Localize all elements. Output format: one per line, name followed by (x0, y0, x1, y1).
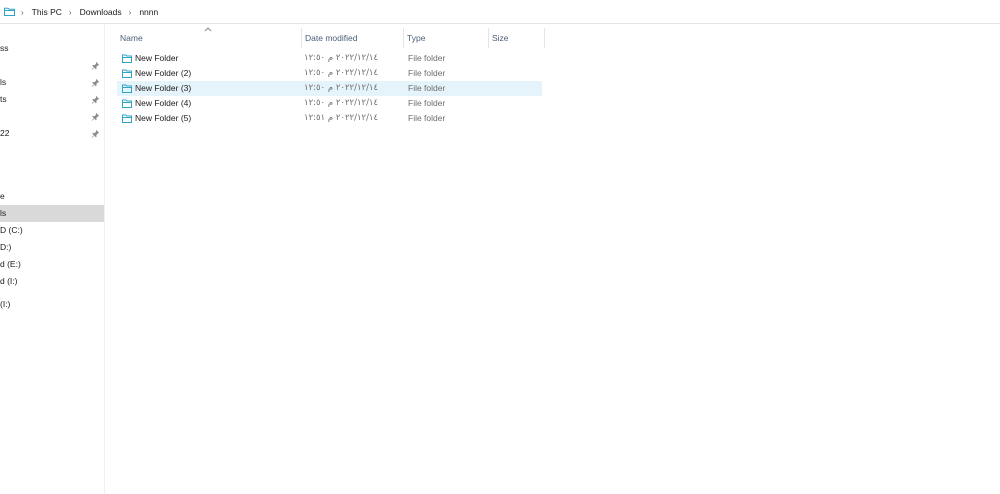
sort-ascending-caret-icon (204, 27, 212, 32)
file-row-selected[interactable]: New Folder (3) ٢٠٢٢/١٢/١٤ م ١٢:٥٠ File f… (117, 81, 542, 96)
nav-item-label: D (C:) (0, 225, 23, 235)
address-bar[interactable]: › This PC › Downloads › nnnn (0, 0, 1000, 24)
file-name: New Folder (3) (135, 83, 192, 93)
file-type: File folder (408, 53, 446, 63)
folder-icon (4, 7, 15, 16)
nav-item-label: 22 (0, 128, 10, 138)
file-date-modified: ٢٠٢٢/١٢/١٤ م ١٢:٥٠ (304, 68, 379, 78)
chevron-right-icon[interactable]: › (129, 8, 132, 17)
folder-icon (122, 54, 132, 63)
column-header-type[interactable]: Type (403, 28, 488, 48)
breadcrumb: › This PC › Downloads › nnnn (18, 0, 159, 24)
nav-item-documents-pinned[interactable]: ts (0, 91, 104, 108)
file-type: File folder (408, 113, 446, 123)
breadcrumb-downloads[interactable]: Downloads (79, 7, 123, 17)
file-name: New Folder (5) (135, 113, 192, 123)
nav-item-label: d (E:) (0, 259, 21, 269)
nav-item-label: ls (0, 77, 7, 87)
nav-item-label: ls (0, 208, 7, 218)
file-date-modified: ٢٠٢٢/١٢/١٤ م ١٢:٥٠ (304, 83, 379, 93)
pin-icon[interactable] (91, 95, 100, 104)
nav-item-label: ts (0, 94, 7, 104)
nav-item-quick-access[interactable]: ss (0, 40, 104, 57)
chevron-right-icon[interactable]: › (69, 8, 72, 17)
breadcrumb-this-pc[interactable]: This PC (31, 7, 63, 17)
nav-item-label: e (0, 191, 5, 201)
file-date-modified: ٢٠٢٢/١٢/١٤ م ١٢:٥٠ (304, 98, 379, 108)
nav-item-pinned-22[interactable]: 22 (0, 125, 104, 142)
file-date-modified: ٢٠٢٢/١٢/١٤ م ١٢:٥٠ (304, 53, 379, 63)
folder-icon (122, 69, 132, 78)
nav-item-label: d (I:) (0, 276, 18, 286)
folder-icon (122, 114, 132, 123)
breadcrumb-nnnn[interactable]: nnnn (138, 7, 159, 17)
file-type: File folder (408, 83, 446, 93)
nav-item-drive-e[interactable]: d (E:) (0, 256, 104, 273)
file-date-modified: ٢٠٢٢/١٢/١٤ م ١٢:٥١ (304, 113, 379, 123)
column-header-date-modified[interactable]: Date modified (301, 28, 403, 48)
file-row[interactable]: New Folder (5) ٢٠٢٢/١٢/١٤ م ١٢:٥١ File f… (117, 111, 542, 126)
nav-item-label: ss (0, 43, 9, 53)
nav-item-downloads-pinned[interactable]: ls (0, 74, 104, 91)
column-divider[interactable] (544, 28, 545, 48)
pin-icon[interactable] (91, 112, 100, 121)
file-name: New Folder (4) (135, 98, 192, 108)
nav-item-drive-i[interactable]: d (I:) (0, 273, 104, 290)
column-header-size[interactable]: Size (488, 28, 544, 48)
folder-icon (122, 99, 132, 108)
file-row[interactable]: New Folder (4) ٢٠٢٢/١٢/١٤ م ١٢:٥٠ File f… (117, 96, 542, 111)
file-type: File folder (408, 68, 446, 78)
nav-item-network-drive-i[interactable]: (I:) (0, 296, 104, 313)
file-name: New Folder (135, 53, 179, 63)
navigation-pane: ss ls ts 22 e ls D (C:) D:) d (E:) d (I:… (0, 24, 105, 494)
file-row[interactable]: New Folder (2) ٢٠٢٢/١٢/١٤ م ١٢:٥٠ File f… (117, 66, 542, 81)
pin-icon[interactable] (91, 129, 100, 138)
nav-item-onedrive[interactable]: e (0, 188, 104, 205)
pin-icon[interactable] (91, 78, 100, 87)
nav-item-drive-c[interactable]: D (C:) (0, 222, 104, 239)
folder-icon (122, 84, 132, 93)
nav-item-label: D:) (0, 242, 12, 252)
chevron-right-icon[interactable]: › (21, 8, 24, 17)
nav-item-pinned-4[interactable] (0, 108, 104, 125)
pin-icon[interactable] (91, 61, 100, 70)
file-explorer-window: › This PC › Downloads › nnnn ss ls ts 22… (0, 0, 1000, 494)
nav-item-label: (I:) (0, 299, 11, 309)
nav-item-drive-d[interactable]: D:) (0, 239, 104, 256)
nav-item-pinned-1[interactable] (0, 57, 104, 74)
file-row[interactable]: New Folder ٢٠٢٢/١٢/١٤ م ١٢:٥٠ File folde… (117, 51, 542, 66)
nav-item-downloads[interactable]: ls (0, 205, 104, 222)
file-type: File folder (408, 98, 446, 108)
file-name: New Folder (2) (135, 68, 192, 78)
